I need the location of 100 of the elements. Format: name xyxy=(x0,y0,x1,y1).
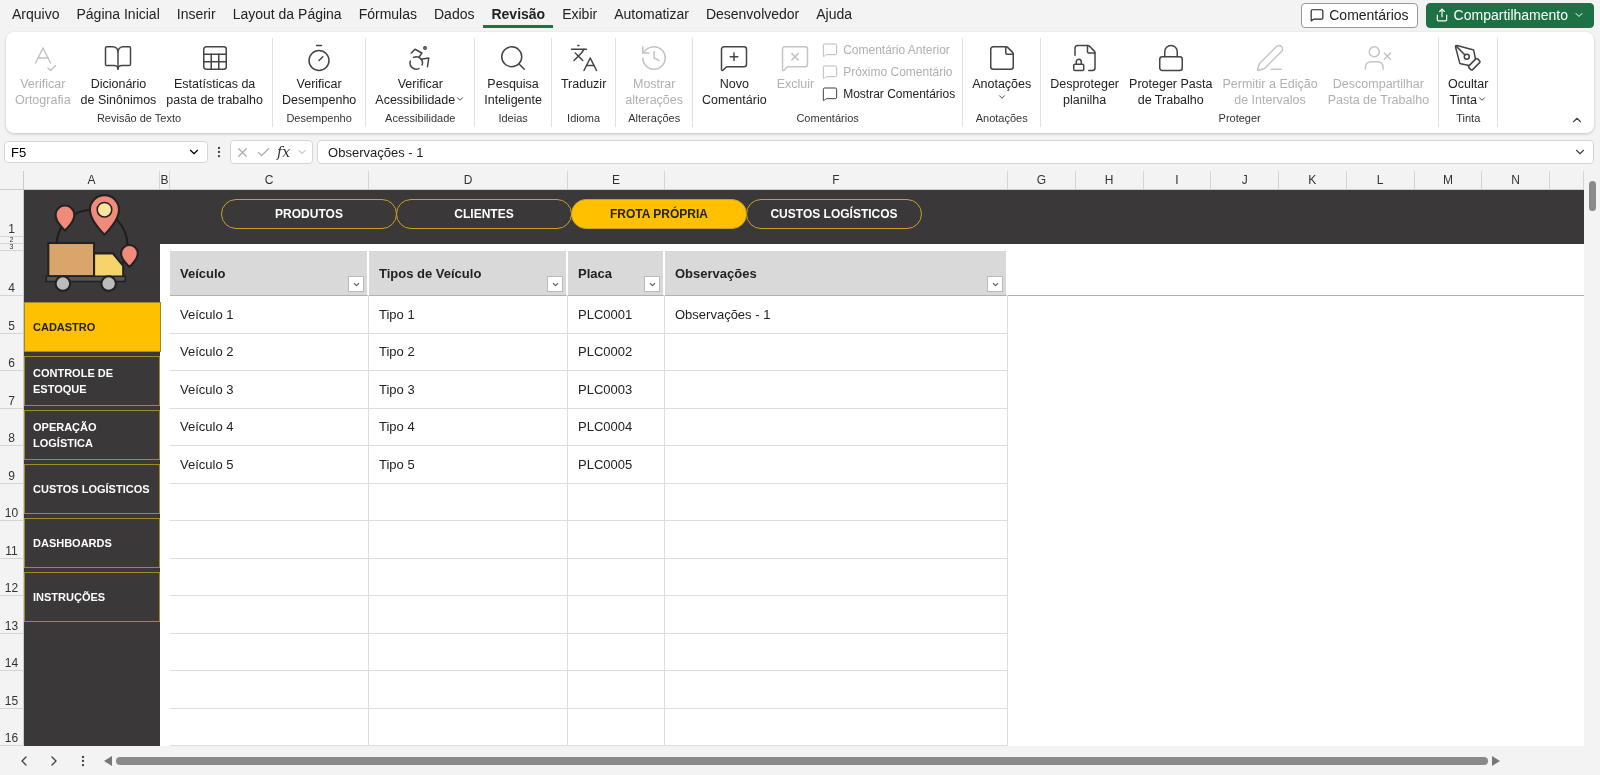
row-header[interactable]: 13 xyxy=(0,596,24,634)
column-header[interactable]: H xyxy=(1075,171,1144,190)
scroll-thumb[interactable] xyxy=(116,756,1488,765)
column-header[interactable]: L xyxy=(1346,171,1415,190)
group-label: Tinta xyxy=(1456,112,1481,124)
group-label: Alterações xyxy=(628,112,681,124)
share-button[interactable]: Compartilhamento xyxy=(1425,2,1594,28)
ribbon-button[interactable]: Dicionário de Sinônimos xyxy=(76,36,161,112)
ribbon-button[interactable]: Anotações xyxy=(968,36,1036,106)
row-header[interactable]: 4 xyxy=(0,251,24,296)
row-header[interactable]: 1 xyxy=(0,190,24,237)
ribbon-button[interactable]: Mostrar Comentários xyxy=(820,84,958,104)
formula-field[interactable]: Observações - 1 xyxy=(317,140,1594,164)
row-header[interactable]: 15 xyxy=(0,671,24,709)
ribbon-button[interactable]: Verificar Desempenho xyxy=(277,36,361,112)
ribbon-button[interactable]: Desproteger planilha xyxy=(1046,36,1124,112)
table-cell: PLC0005 xyxy=(568,446,665,484)
column-header[interactable]: A xyxy=(24,171,160,190)
row-header[interactable]: 9 xyxy=(0,446,24,484)
column-header[interactable]: G xyxy=(1008,171,1076,190)
comment-plus-icon xyxy=(719,43,750,73)
menu-tab[interactable]: Dados xyxy=(426,2,483,28)
nav-button[interactable]: CONTROLE DE ESTOQUE xyxy=(24,356,160,406)
row-header[interactable]: 11 xyxy=(0,521,24,559)
nav-button[interactable]: DASHBOARDS xyxy=(24,518,160,568)
column-header[interactable]: I xyxy=(1143,171,1212,190)
name-box[interactable]: F5 xyxy=(4,141,208,163)
group-label: Desempenho xyxy=(286,112,352,124)
sheet-tab[interactable]: PRODUTOS xyxy=(221,198,397,229)
group-label: Acessibilidade xyxy=(385,112,456,124)
comment-icon xyxy=(822,64,839,80)
horizontal-scrollbar[interactable] xyxy=(104,755,1500,766)
sheet-tab[interactable]: FROTA PRÓPRIA xyxy=(571,198,747,229)
table-cell: Veículo 1 xyxy=(170,296,369,334)
caret-icon xyxy=(1476,94,1487,104)
row-header[interactable]: 16 xyxy=(0,708,24,746)
column-header[interactable]: F xyxy=(665,171,1008,190)
function-button[interactable]: fx xyxy=(277,144,291,160)
row-header[interactable]: 5 xyxy=(0,296,24,334)
menu-tab[interactable]: Exibir xyxy=(554,2,606,28)
column-header[interactable]: D xyxy=(369,171,568,190)
column-header[interactable]: J xyxy=(1211,171,1279,190)
column-header[interactable]: N xyxy=(1482,171,1550,190)
ribbon-button[interactable]: Estatísticas da pasta de trabalho xyxy=(162,36,267,112)
row-header[interactable]: 10 xyxy=(0,483,24,521)
ribbon-button[interactable]: Ocultar Tinta xyxy=(1444,36,1493,112)
group-label: Proteger xyxy=(1218,112,1261,124)
ribbon-button[interactable]: Verificar Acessibilidade xyxy=(371,36,470,112)
column-title: Observações xyxy=(675,265,757,281)
row-header[interactable]: 7 xyxy=(0,371,24,409)
nav-button[interactable]: CUSTOS LOGÍSTICOS xyxy=(24,464,160,514)
filter-button[interactable] xyxy=(644,276,660,292)
table-cell: Veículo 2 xyxy=(170,333,369,371)
comments-button[interactable]: Comentários xyxy=(1301,2,1418,28)
column-header-strip xyxy=(1550,171,1584,190)
nav-button[interactable]: OPERAÇÃO LOGÍSTICA xyxy=(24,410,160,460)
column-header[interactable]: C xyxy=(170,171,369,190)
pen-icon xyxy=(1255,43,1286,73)
column-header[interactable]: M xyxy=(1414,171,1483,190)
filter-button[interactable] xyxy=(547,276,563,292)
ribbon-button[interactable]: Proteger Pasta de Trabalho xyxy=(1125,36,1217,112)
table-cell: Tipo 2 xyxy=(369,333,568,371)
comment-icon xyxy=(1310,8,1325,22)
menu-tab[interactable]: Página Inicial xyxy=(68,2,168,28)
sheet-tab[interactable]: CLIENTES xyxy=(396,198,572,229)
filter-button[interactable] xyxy=(348,276,364,292)
sheet-tab[interactable]: CUSTOS LOGÍSTICOS xyxy=(746,198,922,229)
column-header[interactable]: E xyxy=(568,171,665,190)
column-title: Placa xyxy=(578,265,612,281)
row-header[interactable]: 8 xyxy=(0,408,24,446)
scroll-left-icon[interactable] xyxy=(104,755,112,766)
menu-tab[interactable]: Layout da Página xyxy=(224,2,350,28)
menu-tab[interactable]: Fórmulas xyxy=(350,2,425,28)
scroll-right-icon[interactable] xyxy=(1492,755,1500,766)
menu-tab[interactable]: Revisão xyxy=(483,2,554,28)
ribbon-button[interactable]: Novo Comentário xyxy=(698,36,771,112)
group-label: Revisão de Texto xyxy=(96,112,182,124)
column-title: Veículo xyxy=(180,265,226,281)
column-header[interactable]: K xyxy=(1279,171,1347,190)
menu-tab[interactable]: Ajuda xyxy=(808,2,861,28)
table-cell: Veículo 3 xyxy=(170,371,369,409)
menu-tab[interactable]: Automatizar xyxy=(606,2,697,28)
translate-icon xyxy=(568,43,599,73)
row-header[interactable]: 6 xyxy=(0,333,24,371)
ribbon-button[interactable]: Pesquisa Inteligente xyxy=(480,36,546,112)
menu-tab[interactable]: Desenvolvedor xyxy=(697,2,808,28)
scroll-thumb[interactable] xyxy=(1588,181,1596,211)
table-cell: PLC0002 xyxy=(568,333,665,371)
table-cell: Tipo 4 xyxy=(369,408,568,446)
menu-tab[interactable]: Inserir xyxy=(168,2,224,28)
ribbon-button[interactable]: Traduzir xyxy=(556,36,611,96)
filter-button[interactable] xyxy=(987,276,1003,292)
row-header[interactable]: 14 xyxy=(0,633,24,671)
group-label: Ideias xyxy=(498,112,528,124)
menu-tab[interactable]: Arquivo xyxy=(4,2,68,28)
column-title: Tipos de Veículo xyxy=(379,265,482,281)
share-icon xyxy=(1434,8,1449,22)
nav-button[interactable]: CADASTRO xyxy=(24,302,161,352)
row-header[interactable]: 12 xyxy=(0,558,24,596)
nav-button[interactable]: INSTRUÇÕES xyxy=(24,572,160,622)
